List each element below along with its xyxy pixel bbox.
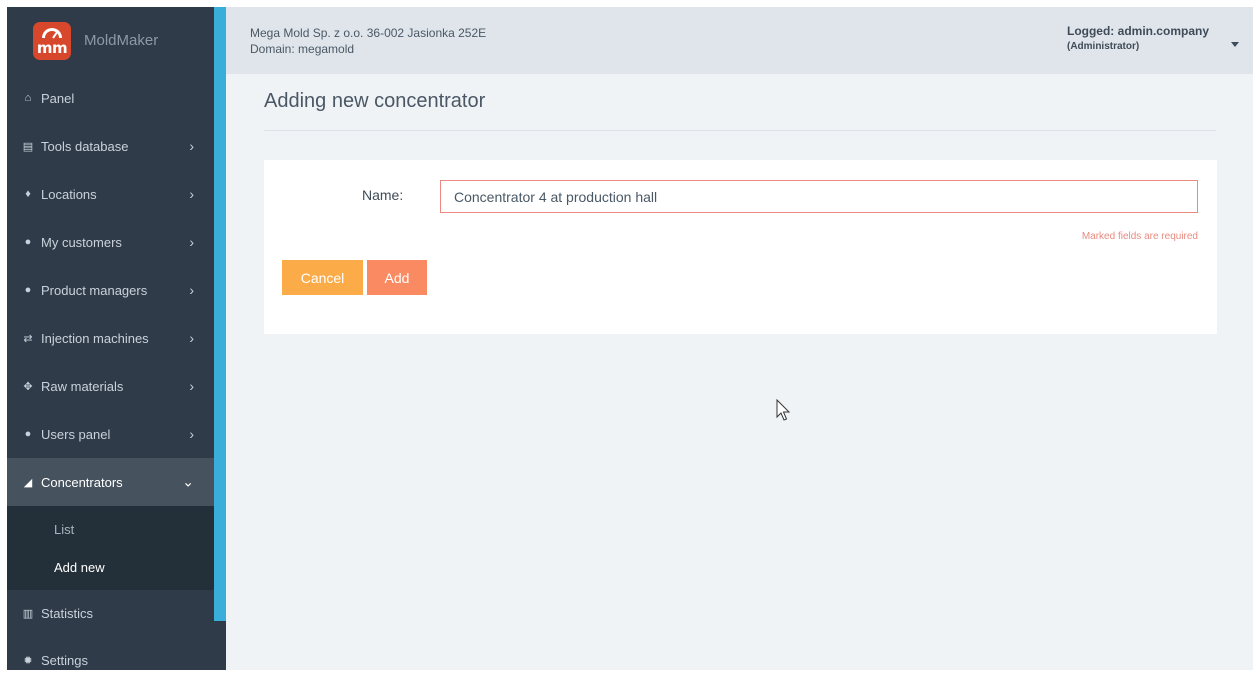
brand-name: MoldMaker xyxy=(84,32,159,49)
concentrators-submenu: List Add new xyxy=(7,506,214,590)
chevron-right-icon: › xyxy=(189,186,194,202)
required-fields-note: Marked fields are required xyxy=(1081,231,1198,242)
chevron-right-icon: › xyxy=(189,378,194,394)
sidebar-accent-stripe xyxy=(214,7,226,621)
user-icon: ● xyxy=(24,428,32,440)
sidebar-item-label: Settings xyxy=(41,652,88,668)
sidebar-item-users-panel[interactable]: ● Users panel › xyxy=(7,410,214,458)
sidebar-item-my-customers[interactable]: ● My customers › xyxy=(7,218,214,266)
title-divider xyxy=(264,130,1216,131)
user-role: (Administrator) xyxy=(1066,41,1140,52)
domain-label: Domain: megamold xyxy=(250,42,355,56)
sidebar-item-label: My customers xyxy=(41,234,122,250)
sidebar-item-label: Tools database xyxy=(41,138,129,154)
form-card: Name: Marked fields are required Cancel … xyxy=(264,160,1217,334)
chevron-right-icon: › xyxy=(189,330,194,346)
chevron-down-icon: ⌄ xyxy=(182,473,194,490)
sidebar-subitem-add-new[interactable]: Add new xyxy=(7,548,214,586)
move-icon: ✥ xyxy=(23,380,33,393)
sidebar-item-locations[interactable]: ♦ Locations › xyxy=(7,170,214,218)
database-icon: ▤ xyxy=(22,140,34,153)
sidebar-item-label: Statistics xyxy=(41,605,94,621)
map-marker-icon: ♦ xyxy=(25,188,31,200)
sidebar-item-concentrators[interactable]: ◢ Concentrators ⌄ xyxy=(7,458,214,506)
add-button[interactable]: Add xyxy=(367,260,427,295)
sidebar-item-label: Injection machines xyxy=(41,330,149,346)
sidebar-item-label: Concentrators xyxy=(41,474,123,490)
name-label: Name: xyxy=(362,187,404,203)
sidebar-item-panel[interactable]: ⌂ Panel xyxy=(7,74,214,122)
sidebar-item-product-managers[interactable]: ● Product managers › xyxy=(7,266,214,314)
company-name: Mega Mold Sp. z o.o. 36-002 Jasionka 252… xyxy=(250,26,487,40)
brand[interactable]: mm MoldMaker xyxy=(7,7,214,74)
exchange-icon: ⇄ xyxy=(23,332,33,345)
mouse-pointer-icon xyxy=(776,399,791,421)
gear-icon: ✹ xyxy=(23,654,33,667)
sidebar-item-raw-materials[interactable]: ✥ Raw materials › xyxy=(7,362,214,410)
sidebar-item-label: Raw materials xyxy=(41,378,124,394)
sidebar-item-tools-database[interactable]: ▤ Tools database › xyxy=(7,122,214,170)
chevron-right-icon: › xyxy=(189,426,194,442)
page-title: Adding new concentrator xyxy=(264,90,486,112)
name-input[interactable] xyxy=(440,180,1198,213)
sidebar-nav: ⌂ Panel ▤ Tools database › ♦ Locations ›… xyxy=(7,74,214,684)
logo-text: mm xyxy=(36,38,68,57)
rss-icon: ◢ xyxy=(23,476,33,489)
sidebar: mm MoldMaker ⌂ Panel ▤ Tools database › … xyxy=(7,7,226,670)
home-icon: ⌂ xyxy=(24,92,32,104)
sidebar-item-label: Locations xyxy=(41,186,97,202)
chevron-right-icon: › xyxy=(189,282,194,298)
sidebar-item-statistics[interactable]: ▥ Statistics xyxy=(7,590,214,636)
user-menu[interactable]: Logged: admin.company (Administrator) xyxy=(1067,23,1209,55)
sidebar-item-label: Product managers xyxy=(41,282,148,298)
sidebar-subitem-list[interactable]: List xyxy=(7,510,214,548)
sidebar-item-label: Panel xyxy=(41,90,75,106)
logo-icon: mm xyxy=(33,21,71,60)
sidebar-item-settings[interactable]: ✹ Settings xyxy=(7,636,214,684)
chevron-right-icon: › xyxy=(189,138,194,154)
users-icon: ● xyxy=(24,284,32,296)
cancel-button[interactable]: Cancel xyxy=(282,260,363,295)
sidebar-item-label: Users panel xyxy=(41,426,111,442)
chevron-right-icon: › xyxy=(189,234,194,250)
bar-chart-icon: ▥ xyxy=(22,607,34,620)
caret-down-icon[interactable] xyxy=(1231,42,1239,47)
main-content: Adding new concentrator Name: Marked fie… xyxy=(226,74,1253,670)
top-bar: Mega Mold Sp. z o.o. 36-002 Jasionka 252… xyxy=(226,7,1253,74)
logged-user: Logged: admin.company xyxy=(1066,24,1209,38)
user-icon: ● xyxy=(24,236,32,248)
sidebar-accent-gap xyxy=(214,621,226,670)
sidebar-item-injection-machines[interactable]: ⇄ Injection machines › xyxy=(7,314,214,362)
company-info: Mega Mold Sp. z o.o. 36-002 Jasionka 252… xyxy=(250,25,486,57)
app-frame: mm MoldMaker ⌂ Panel ▤ Tools database › … xyxy=(0,0,1253,670)
